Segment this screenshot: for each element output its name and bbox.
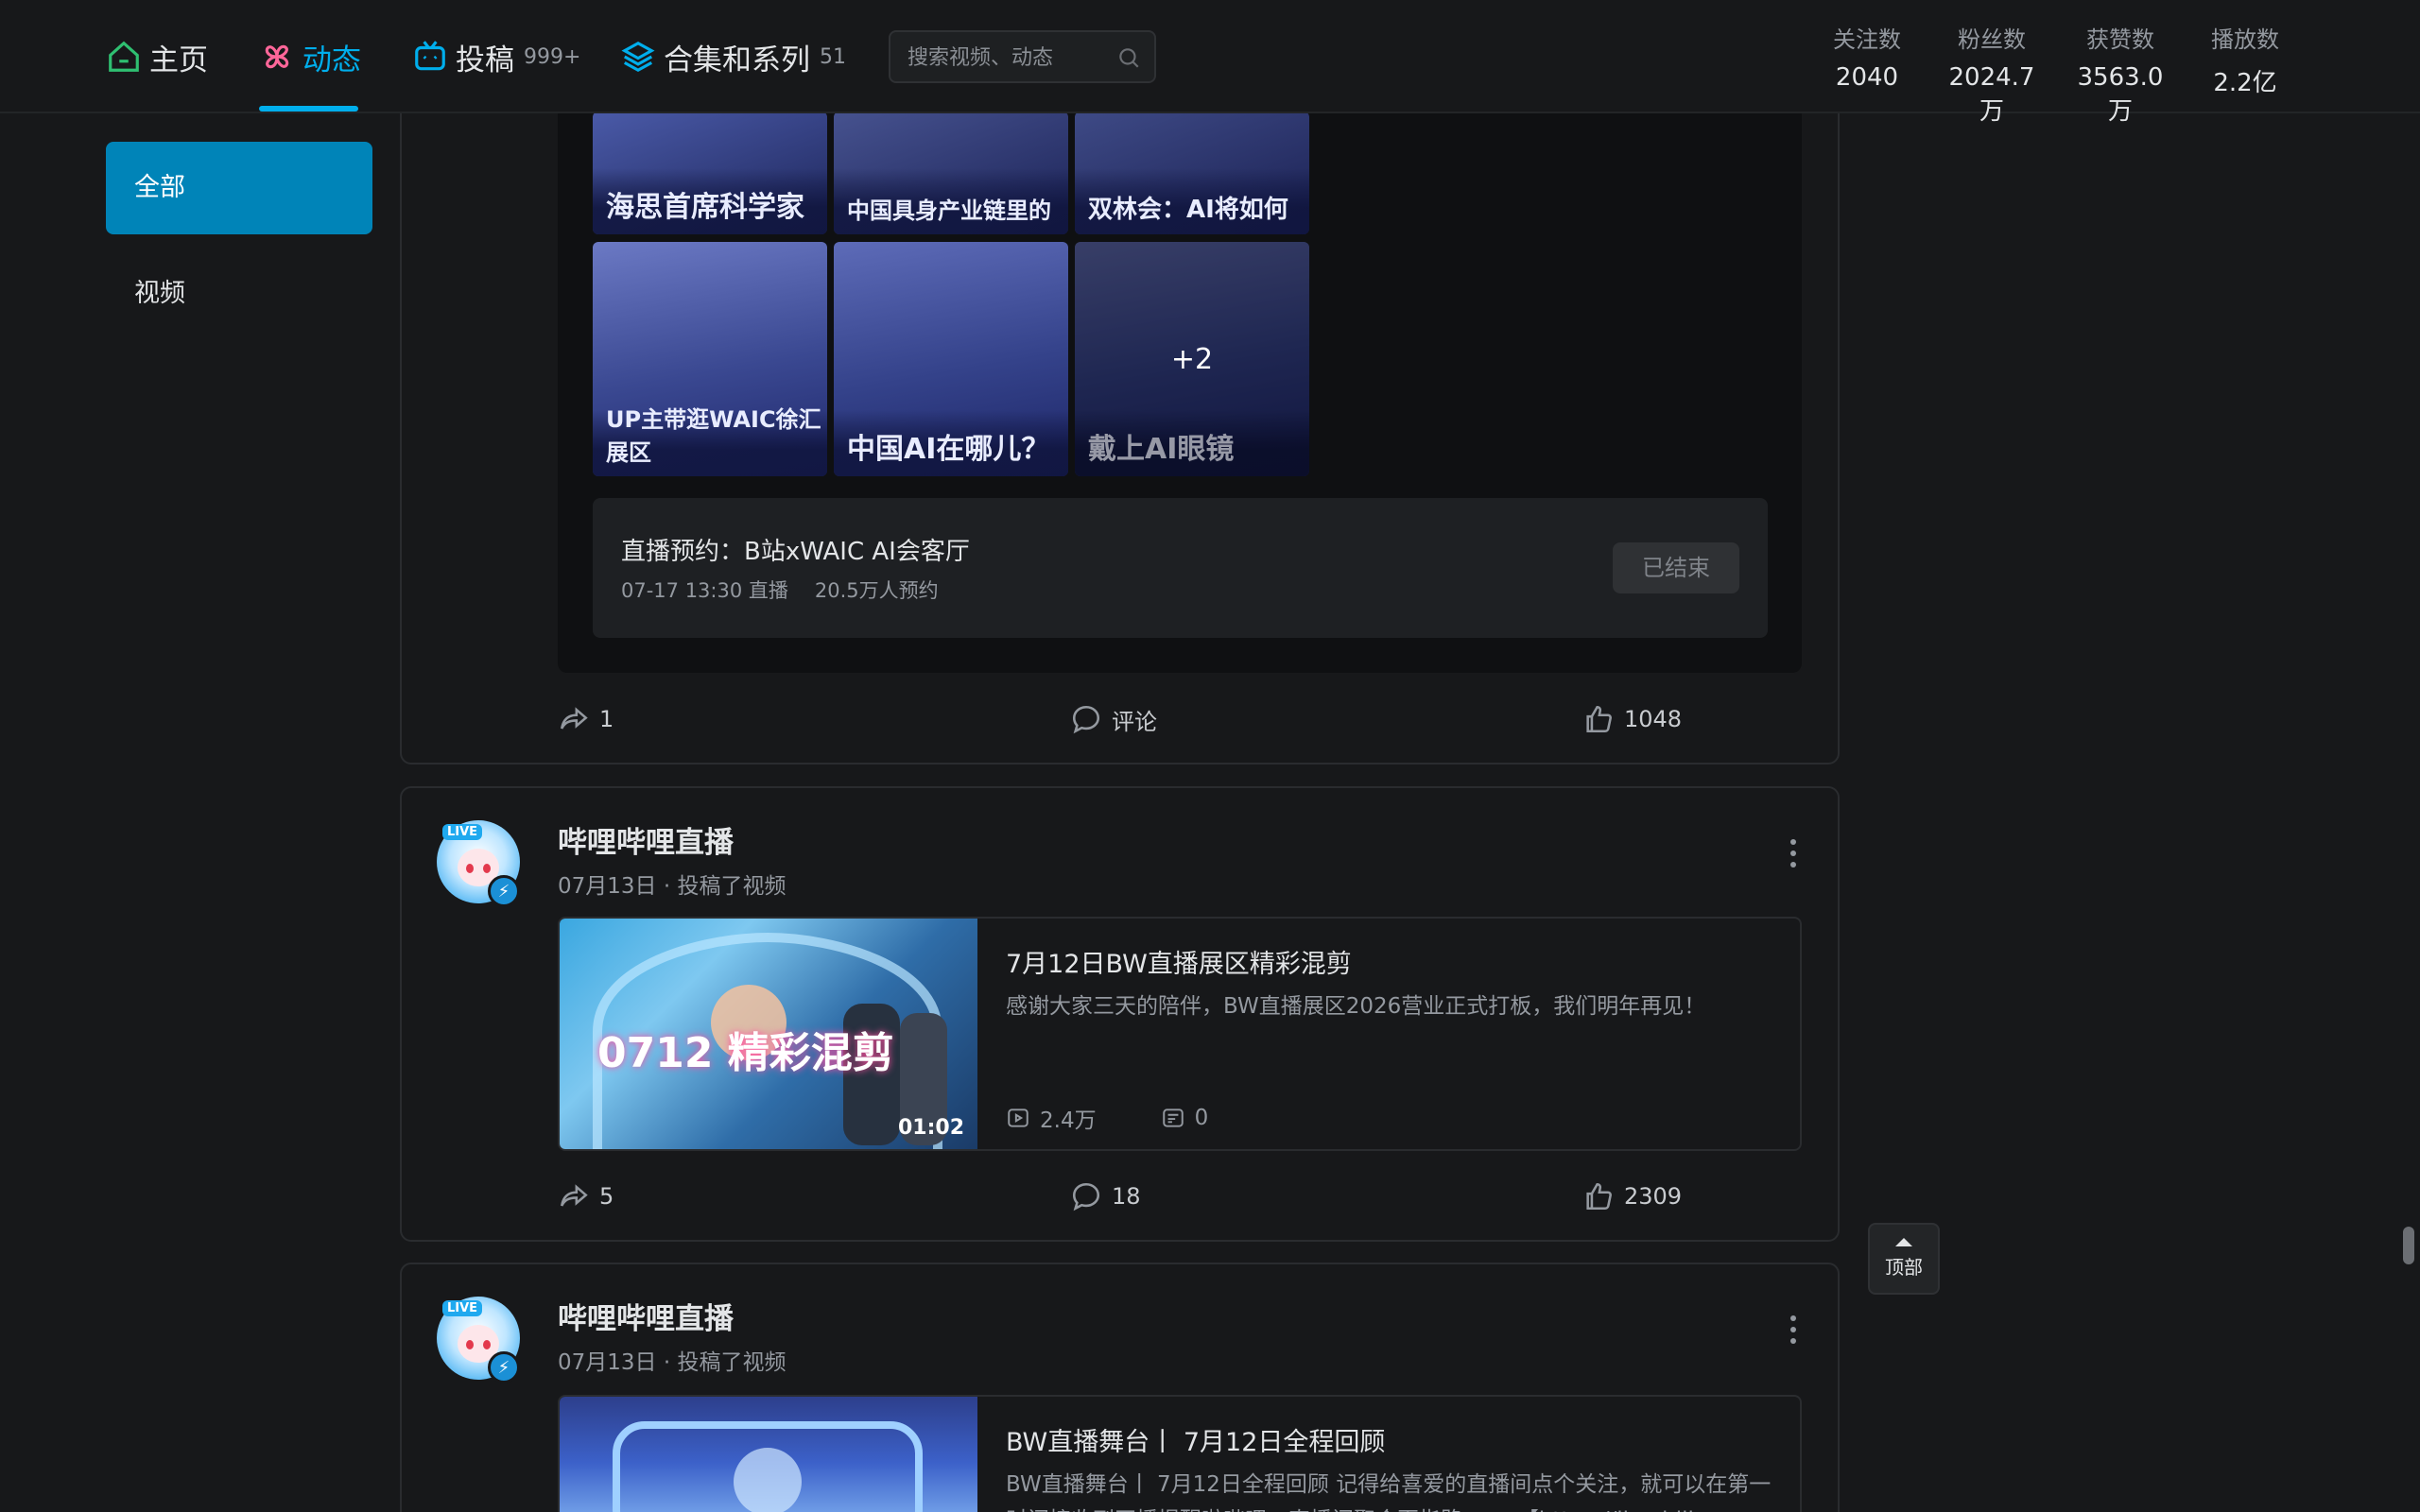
thumbs-up-icon — [1586, 705, 1612, 733]
play-count: 2.4万 — [1040, 1108, 1097, 1133]
comment-icon — [1072, 705, 1100, 734]
forward-icon — [560, 707, 588, 730]
comment-icon — [1072, 1182, 1100, 1211]
search-box — [889, 30, 1156, 83]
thumb-caption: 海思首席科学家 — [606, 191, 804, 224]
like-count: 2309 — [1624, 1183, 1683, 1210]
image-thumb[interactable]: 戴上AI眼镜 +2 — [1075, 242, 1309, 476]
back-to-top-label: 顶部 — [1885, 1256, 1923, 1279]
stat-label: 获赞数 — [2086, 26, 2154, 53]
image-thumb[interactable]: 双林会：AI将如何 — [1075, 112, 1309, 234]
ended-button[interactable]: 已结束 — [1613, 542, 1739, 593]
thumbs-up-icon — [1586, 1182, 1612, 1211]
stat-following[interactable]: 关注数 2040 — [1824, 21, 1910, 92]
stat-value: 3563.0万 — [2077, 63, 2164, 126]
nav-dynamic[interactable]: 动态 — [259, 32, 361, 81]
video-thumbnail[interactable]: 0712 精彩混剪 01:02 — [560, 919, 977, 1149]
more-options-icon[interactable] — [1787, 1315, 1800, 1348]
comment-count: 18 — [1112, 1183, 1141, 1210]
lightning-badge-icon: ⚡ — [488, 875, 520, 907]
user-name[interactable]: 哔哩哔哩直播 — [558, 1295, 734, 1337]
danmaku-count: 0 — [1194, 1106, 1209, 1130]
live-tag: LIVE — [442, 824, 483, 840]
publish-meta: 07月13日 · 投稿了视频 — [558, 874, 786, 899]
nav-collections[interactable]: 合集和系列 51 — [620, 32, 846, 81]
live-meta: 07-17 13:30 直播 20.5万人预约 — [621, 576, 939, 604]
video-title[interactable]: 7月12日BW直播展区精彩混剪 — [1006, 943, 1352, 980]
comment-count: 评论 — [1112, 708, 1157, 735]
active-tab-indicator — [259, 106, 358, 112]
image-thumb[interactable]: 海思首席科学家 — [593, 112, 827, 234]
thumb-caption: 中国AI在哪儿？ — [847, 433, 1050, 466]
danmaku-icon — [1162, 1108, 1184, 1127]
comment-button[interactable]: 18 — [1070, 1177, 1141, 1215]
thumb-caption: 中国具身产业链里的 — [847, 198, 1051, 224]
image-thumb[interactable]: UP主带逛WAIC徐汇展区 — [593, 242, 827, 476]
video-plays: 2.4万 0 — [1006, 1102, 1208, 1134]
pinwheel-icon — [265, 44, 289, 69]
back-to-top-button[interactable]: 顶部 — [1868, 1223, 1940, 1295]
scrollbar-thumb[interactable] — [2403, 1227, 2414, 1264]
user-name[interactable]: 哔哩哔哩直播 — [558, 818, 734, 861]
caret-up-icon — [1895, 1238, 1912, 1246]
forward-count: 1 — [599, 706, 614, 732]
video-card[interactable]: BW直播舞台丨 7月12日全程回顾 BW直播舞台丨 7月12日全程回顾 记得给喜… — [558, 1395, 1802, 1512]
forward-button[interactable]: 1 — [558, 700, 614, 738]
stat-fans[interactable]: 粉丝数 2024.7万 — [1938, 21, 2046, 127]
nav-collections-count: 51 — [820, 44, 846, 69]
like-button[interactable]: 1048 — [1582, 700, 1682, 738]
layers-icon — [621, 41, 655, 73]
forward-count: 5 — [599, 1183, 614, 1210]
thumbnail-text: 0712 精彩混剪 — [597, 1029, 894, 1077]
forward-icon — [560, 1184, 588, 1207]
more-images-count: +2 — [1075, 242, 1309, 476]
top-nav: 主页 动态 投稿 999+ 合集和系列 51 关注数 2040 粉丝数 2024… — [0, 0, 2420, 126]
stat-plays: 播放数 2.2亿 — [2203, 21, 2288, 98]
stat-likes: 获赞数 3563.0万 — [2066, 21, 2174, 127]
comment-button[interactable]: 评论 — [1070, 700, 1157, 738]
filter-all[interactable]: 全部 — [106, 142, 372, 234]
video-thumbnail[interactable] — [560, 1397, 977, 1512]
thumb-caption: UP主带逛WAIC徐汇展区 — [606, 406, 821, 466]
like-count: 1048 — [1624, 706, 1683, 732]
nav-posts[interactable]: 投稿 999+ — [412, 32, 580, 81]
filter-video[interactable]: 视频 — [106, 248, 372, 340]
video-description: 感谢大家三天的陪伴，BW直播展区2026营业正式打板，我们明年再见！ — [1006, 994, 1706, 1019]
like-button[interactable]: 2309 — [1582, 1177, 1682, 1215]
stat-value: 2.2亿 — [2213, 69, 2277, 97]
stat-label: 播放数 — [2211, 26, 2279, 53]
tv-icon — [415, 41, 445, 71]
play-icon — [1008, 1108, 1028, 1127]
home-icon — [109, 41, 139, 72]
video-title[interactable]: BW直播舞台丨 7月12日全程回顾 — [1006, 1421, 1385, 1458]
forward-button[interactable]: 5 — [558, 1177, 614, 1215]
nav-collections-label: 合集和系列 — [664, 43, 810, 77]
live-tag: LIVE — [442, 1300, 483, 1316]
nav-posts-label: 投稿 — [456, 43, 514, 77]
search-icon[interactable] — [1116, 45, 1141, 70]
nav-home-label: 主页 — [149, 43, 208, 77]
image-thumb[interactable]: 中国AI在哪儿？ — [834, 242, 1068, 476]
live-reserve-count: 20.5万人预约 — [814, 579, 939, 602]
live-time: 07-17 13:30 直播 — [621, 579, 788, 602]
nav-posts-count: 999+ — [524, 44, 581, 69]
video-duration: 01:02 — [897, 1116, 964, 1140]
more-options-icon[interactable] — [1787, 839, 1800, 871]
stat-value: 2024.7万 — [1948, 63, 2035, 126]
stat-value: 2040 — [1835, 63, 1899, 92]
video-description: BW直播舞台丨 7月12日全程回顾 记得给喜爱的直播间点个关注，就可以在第一时间… — [1006, 1472, 1772, 1512]
thumbnail-art — [613, 1421, 923, 1512]
image-thumb[interactable]: 中国具身产业链里的 — [834, 112, 1068, 234]
stat-label: 粉丝数 — [1958, 26, 2026, 53]
lightning-badge-icon: ⚡ — [488, 1351, 520, 1383]
live-title: 直播预约：B站xWAIC AI会客厅 — [621, 538, 970, 566]
video-card[interactable]: 0712 精彩混剪 01:02 7月12日BW直播展区精彩混剪 感谢大家三天的陪… — [558, 917, 1802, 1151]
search-input[interactable] — [908, 43, 1097, 72]
publish-meta: 07月13日 · 投稿了视频 — [558, 1350, 786, 1375]
thumb-caption: 双林会：AI将如何 — [1088, 196, 1288, 224]
stat-label: 关注数 — [1833, 26, 1901, 53]
nav-dynamic-label: 动态 — [302, 43, 361, 77]
nav-home[interactable]: 主页 — [106, 32, 208, 81]
live-reservation[interactable]: 直播预约：B站xWAIC AI会客厅 07-17 13:30 直播 20.5万人预… — [593, 498, 1768, 638]
